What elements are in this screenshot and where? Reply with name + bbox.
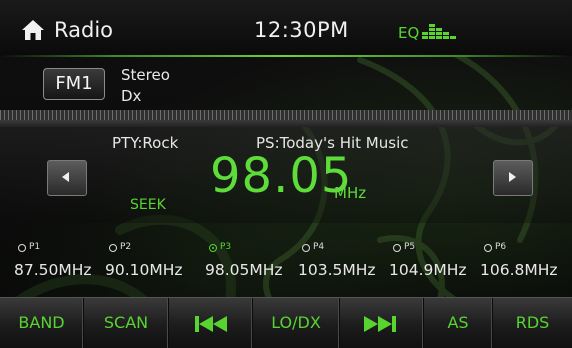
header-divider	[0, 55, 572, 57]
radio-dot-icon	[484, 244, 492, 252]
band-button-label: BAND	[18, 313, 65, 332]
radio-dot-icon	[393, 244, 401, 252]
scan-button[interactable]: SCAN	[84, 298, 169, 348]
arrow-right-icon	[509, 172, 516, 182]
as-button-label: AS	[447, 313, 469, 332]
preset-6[interactable]: P6 106.8MHz	[480, 236, 570, 284]
as-button[interactable]: AS	[424, 298, 493, 348]
preset-indicator: P3	[209, 242, 269, 255]
clock: 12:30PM	[254, 18, 349, 42]
lodx-button[interactable]: LO/DX	[253, 298, 340, 348]
preset-4[interactable]: P4 103.5MHz	[298, 236, 388, 284]
scan-button-label: SCAN	[103, 313, 149, 332]
radio-screen: Radio 12:30PM EQ FM1 Stereo Dx PTY:Rock …	[0, 0, 572, 348]
dx-indicator: Dx	[121, 87, 142, 105]
preset-1[interactable]: P1 87.50MHz	[14, 236, 96, 284]
preset-indicator: P6	[484, 242, 544, 255]
preset-frequency: 104.9MHz	[389, 261, 467, 279]
preset-indicator: P1	[18, 242, 78, 255]
preset-indicator: P2	[109, 242, 169, 255]
seek-indicator: SEEK	[130, 197, 166, 213]
rds-button-label: RDS	[515, 313, 550, 332]
skip-next-icon	[364, 316, 396, 332]
previous-button[interactable]	[169, 298, 253, 348]
lodx-button-label: LO/DX	[271, 313, 321, 332]
preset-frequency: 87.50MHz	[14, 261, 92, 279]
tune-down-button[interactable]	[47, 160, 87, 196]
next-button[interactable]	[340, 298, 424, 348]
arrow-left-icon	[62, 172, 69, 182]
header-bar: Radio 12:30PM EQ	[0, 0, 572, 56]
preset-2[interactable]: P2 90.10MHz	[105, 236, 187, 284]
band-button[interactable]: BAND	[0, 298, 84, 348]
preset-5[interactable]: P5 104.9MHz	[389, 236, 475, 284]
pty-text: PTY:Rock	[112, 134, 179, 152]
skip-previous-icon	[195, 316, 227, 332]
stereo-indicator: Stereo	[121, 66, 170, 84]
preset-label: P4	[313, 242, 325, 252]
radio-dot-selected-icon	[209, 244, 217, 252]
home-icon[interactable]	[21, 19, 45, 41]
preset-label: P3	[220, 242, 232, 252]
preset-label: P6	[495, 242, 507, 252]
rds-button[interactable]: RDS	[493, 298, 572, 348]
band-badge: FM1	[43, 68, 105, 100]
preset-frequency: 90.10MHz	[105, 261, 183, 279]
eq-label: EQ	[398, 24, 420, 42]
preset-indicator: P5	[393, 242, 453, 255]
preset-label: P2	[120, 242, 132, 252]
frequency-unit: MHz	[334, 184, 367, 202]
preset-frequency: 103.5MHz	[298, 261, 376, 279]
preset-indicator: P4	[302, 242, 362, 255]
bottom-control-bar: BAND SCAN LO/DX AS RDS	[0, 297, 572, 348]
tune-up-button[interactable]	[493, 160, 533, 196]
preset-label: P1	[29, 242, 41, 252]
preset-frequency: 98.05MHz	[205, 261, 283, 279]
frequency-ruler	[0, 110, 572, 127]
preset-list: P1 87.50MHz P2 90.10MHz P3 98.05MHz P4 1…	[0, 236, 572, 284]
radio-dot-icon	[18, 244, 26, 252]
eq-button[interactable]: EQ	[398, 20, 460, 44]
radio-dot-icon	[109, 244, 117, 252]
frequency-display: 98.05	[210, 148, 353, 204]
page-title: Radio	[54, 18, 114, 42]
equalizer-bars-icon	[422, 24, 456, 39]
preset-3[interactable]: P3 98.05MHz	[205, 236, 293, 284]
preset-label: P5	[404, 242, 416, 252]
radio-dot-icon	[302, 244, 310, 252]
preset-frequency: 106.8MHz	[480, 261, 558, 279]
